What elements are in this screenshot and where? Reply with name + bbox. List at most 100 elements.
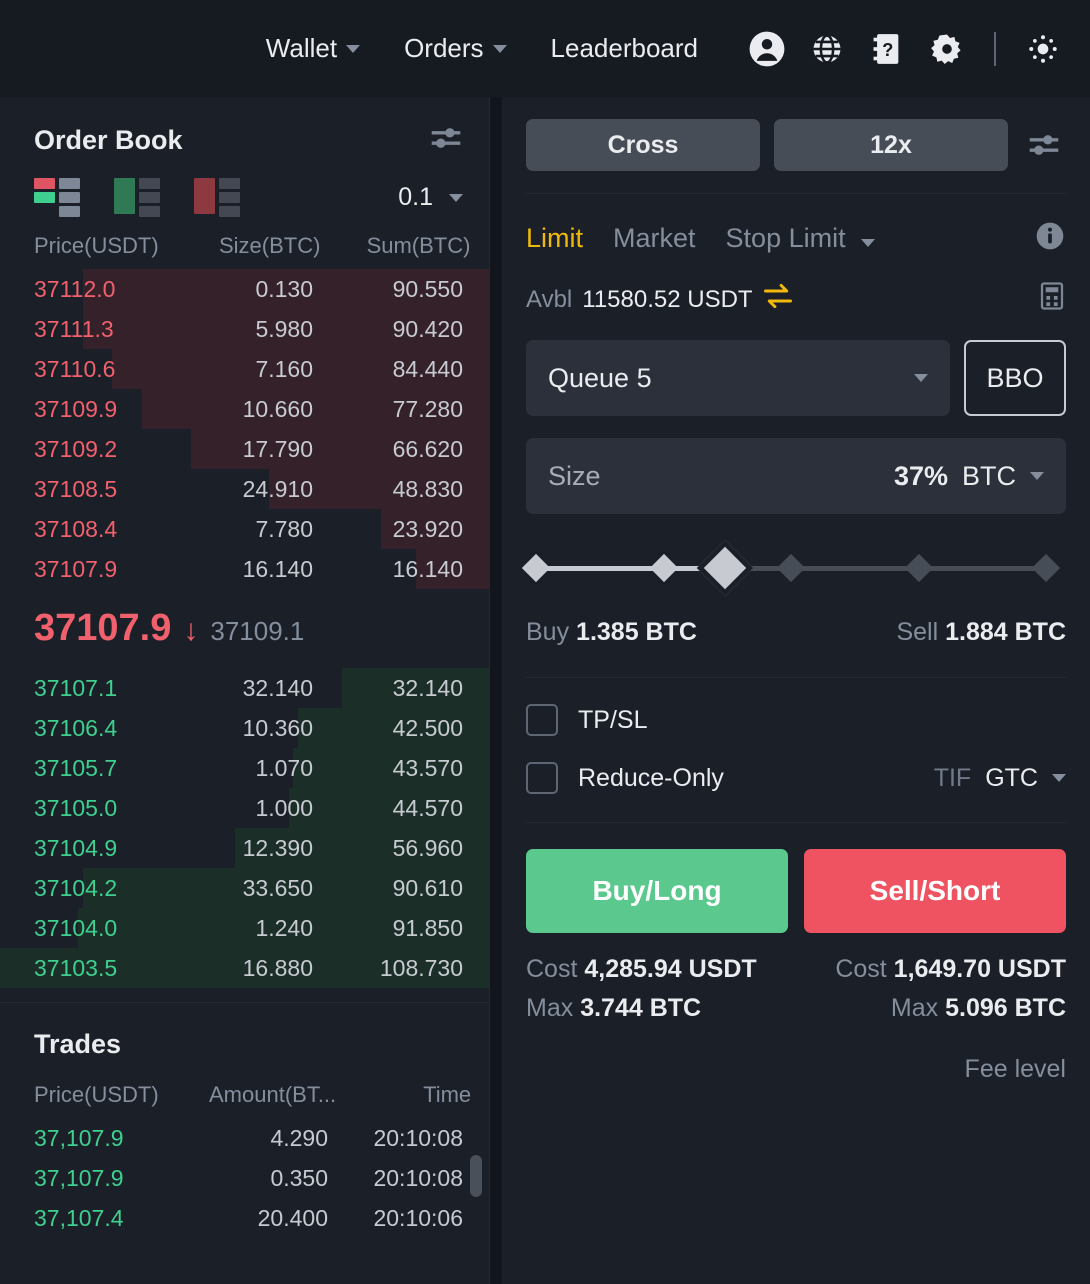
sliders-icon[interactable] (429, 125, 463, 156)
size-slider[interactable] (521, 539, 1066, 597)
info-icon[interactable] (1034, 220, 1066, 257)
slider-node[interactable] (521, 553, 551, 583)
top-navigation-bar: Wallet Orders Leaderboard ? (0, 0, 1090, 97)
row-price: 37109.2 (34, 435, 118, 462)
leverage-button[interactable]: 12x (774, 119, 1008, 171)
reduce-only-checkbox[interactable] (526, 762, 558, 794)
order-book-row[interactable]: 37105.7 1.070 43.570 (0, 748, 489, 788)
both-rows-icon[interactable] (34, 178, 80, 217)
swap-icon[interactable] (763, 283, 793, 316)
order-book-row[interactable]: 37104.0 1.240 91.850 (0, 908, 489, 948)
buy-long-button[interactable]: Buy/Long (526, 849, 788, 933)
calculator-icon[interactable] (1038, 281, 1066, 318)
order-book-row[interactable]: 37106.4 10.360 42.500 (0, 708, 489, 748)
tpsl-checkbox[interactable] (526, 704, 558, 736)
help-icon[interactable]: ? (868, 30, 906, 68)
nav-item-wallet[interactable]: Wallet (244, 33, 382, 64)
row-price: 37104.9 (34, 834, 118, 861)
order-book-row[interactable]: 37111.3 5.980 90.420 (0, 309, 489, 349)
row-size: 12.390 (242, 834, 313, 861)
column-header-sum: Sum(BTC) (366, 233, 471, 258)
trades-panel: Trades Price(USDT) Amount(BT... Time 37,… (0, 1002, 489, 1284)
price-field-row: Queue 5 BBO (526, 318, 1066, 416)
trade-price: 37,107.9 (34, 1124, 124, 1151)
buy-sell-estimate-row: Buy 1.385 BTC Sell 1.884 BTC (526, 596, 1066, 647)
trade-price: 37,107.4 (34, 1204, 124, 1231)
row-sum: 32.140 (392, 674, 463, 701)
tab-limit[interactable]: Limit (526, 223, 583, 254)
row-sum: 56.960 (392, 834, 463, 861)
user-icon[interactable] (748, 30, 786, 68)
nav-item-orders[interactable]: Orders (382, 33, 528, 64)
order-book-row[interactable]: 37103.5 16.880 108.730 (0, 948, 489, 988)
trade-row: 37,107.4 20.400 20:10:06 (0, 1198, 489, 1238)
bids-only-icon[interactable] (114, 178, 160, 217)
buy-estimate-value: 1.385 BTC (576, 618, 697, 646)
asks-only-icon[interactable] (194, 178, 240, 217)
gear-icon[interactable] (928, 30, 966, 68)
row-size: 10.660 (242, 395, 313, 422)
margin-mode-button[interactable]: Cross (526, 119, 760, 171)
column-header-trade-time: Time (423, 1082, 472, 1107)
order-action-row: Buy/Long Sell/Short (526, 823, 1066, 933)
order-book-row[interactable]: 37107.9 16.140 16.140 (0, 549, 489, 589)
trade-time: 20:10:06 (373, 1204, 463, 1231)
last-price: 37107.9 (34, 607, 172, 649)
theme-icon[interactable] (1024, 30, 1062, 68)
chevron-down-icon (1052, 774, 1066, 782)
order-book-row[interactable]: 37107.1 32.140 32.140 (0, 668, 489, 708)
order-book-row[interactable]: 37110.6 7.160 84.440 (0, 349, 489, 389)
size-input[interactable]: Size 37% BTC (526, 438, 1066, 514)
nav-label-leaderboard: Leaderboard (550, 33, 698, 63)
margin-leverage-row: Cross 12x (526, 97, 1066, 171)
order-book-row[interactable]: 37109.2 17.790 66.620 (0, 429, 489, 469)
nav-item-leaderboard[interactable]: Leaderboard (529, 33, 720, 64)
trades-scrollbar[interactable] (470, 1155, 482, 1197)
sell-short-button[interactable]: Sell/Short (804, 849, 1066, 933)
trade-amount: 0.350 (270, 1164, 328, 1191)
slider-node[interactable] (776, 553, 806, 583)
trade-time: 20:10:08 (373, 1164, 463, 1191)
order-book-row[interactable]: 37108.4 7.780 23.920 (0, 509, 489, 549)
row-price: 37104.0 (34, 914, 118, 941)
row-price: 37103.5 (34, 954, 118, 981)
order-summary-row: Cost 4,285.94 USDT Max 3.744 BTC Cost 1,… (526, 933, 1066, 1033)
nav-label-wallet: Wallet (265, 33, 338, 63)
order-book-row[interactable]: 37105.0 1.000 44.570 (0, 788, 489, 828)
row-size: 1.070 (255, 754, 313, 781)
row-sum: 48.830 (392, 475, 463, 502)
fee-level-link[interactable]: Fee level (965, 1055, 1066, 1083)
globe-icon[interactable] (808, 30, 846, 68)
order-book-row[interactable]: 37109.9 10.660 77.280 (0, 389, 489, 429)
trade-rows: 37,107.9 4.290 20:10:08 37,107.9 0.350 20:10:… (0, 1118, 489, 1238)
price-input[interactable]: Queue 5 (526, 340, 950, 416)
slider-node[interactable] (649, 553, 678, 583)
bbo-button[interactable]: BBO (964, 340, 1066, 416)
tif-select[interactable]: TIF GTC (934, 764, 1066, 793)
row-sum: 77.280 (392, 395, 463, 422)
tick-size-select[interactable]: 0.1 (398, 183, 463, 212)
row-price: 37110.6 (34, 355, 116, 382)
buy-max-label: Max (526, 994, 574, 1022)
tab-stop-limit[interactable]: Stop Limit (726, 223, 876, 254)
chevron-down-icon (861, 239, 876, 247)
order-book-row[interactable]: 37112.0 0.130 90.550 (0, 269, 489, 309)
trades-column-headers: Price(USDT) Amount(BT... Time (0, 1060, 489, 1118)
row-sum: 108.730 (379, 954, 463, 981)
tab-market[interactable]: Market (613, 223, 696, 254)
row-sum: 91.850 (392, 914, 463, 941)
sell-max-value: 5.096 BTC (945, 994, 1066, 1022)
order-book-spacer (0, 988, 489, 1002)
order-book-row[interactable]: 37104.2 33.650 90.610 (0, 868, 489, 908)
chevron-down-icon (914, 374, 928, 382)
buy-max-value: 3.744 BTC (580, 994, 702, 1022)
row-size: 1.000 (255, 794, 313, 821)
slider-node[interactable] (904, 553, 933, 583)
main-content: Order Book 0.1 Price(USDT) Size(BTC) Sum… (0, 97, 1090, 1284)
slider-node[interactable] (1031, 553, 1061, 583)
order-book-row[interactable]: 37108.5 24.910 48.830 (0, 469, 489, 509)
row-sum: 84.440 (392, 355, 463, 382)
slider-handle[interactable] (696, 539, 753, 597)
sliders-icon[interactable] (1022, 132, 1066, 158)
order-book-row[interactable]: 37104.9 12.390 56.960 (0, 828, 489, 868)
